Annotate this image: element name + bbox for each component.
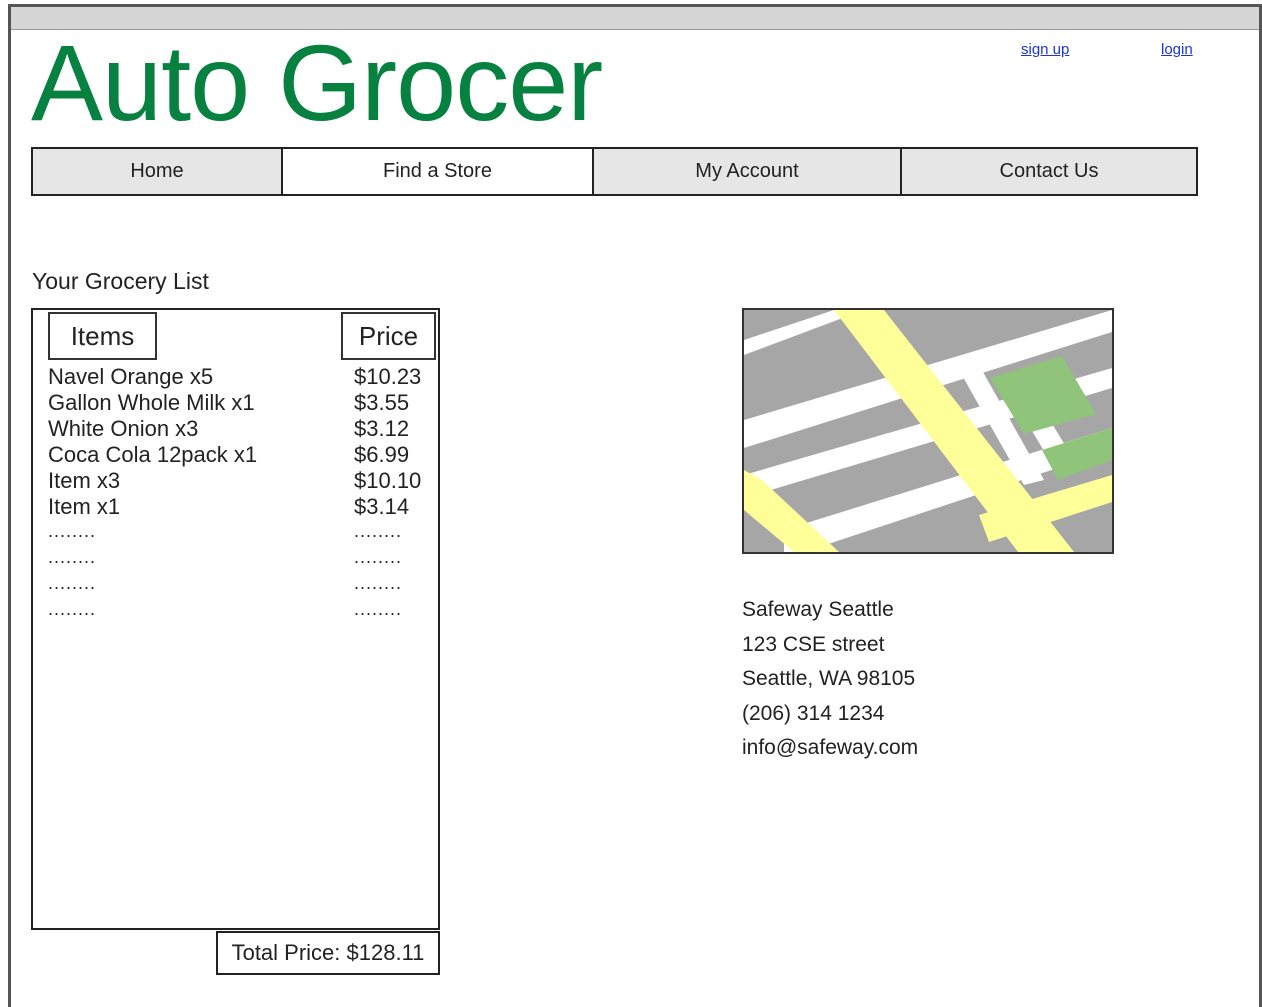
item-price: $3.55: [354, 390, 410, 415]
nav-contact-us[interactable]: Contact Us: [900, 149, 1196, 194]
list-item-placeholder: ........ ........: [48, 598, 428, 624]
item-price: $10.23: [354, 364, 422, 389]
store-name: Safeway Seattle: [742, 598, 894, 621]
item-price: $10.10: [354, 468, 422, 493]
main-nav: Home Find a Store My Account Contact Us: [31, 147, 1198, 196]
list-item-placeholder: ........ ........: [48, 520, 428, 546]
grocery-list-box: Items Price Navel Orange x5 $10.23 Gallo…: [31, 308, 440, 930]
login-link[interactable]: login: [1161, 41, 1193, 58]
price-column-header: Price: [341, 312, 436, 360]
item-price: $6.99: [354, 442, 410, 467]
item-name: ........: [48, 599, 97, 619]
item-name: ........: [48, 547, 97, 567]
item-price: ........: [354, 547, 403, 567]
list-item: Item x1 $3.14: [48, 494, 428, 520]
item-name: Item x1: [48, 494, 121, 519]
nav-my-account[interactable]: My Account: [592, 149, 900, 194]
store-street: 123 CSE street: [742, 632, 885, 656]
store-city: Seattle, WA 98105: [742, 667, 916, 690]
item-name: ........: [48, 521, 97, 541]
item-name: ........: [48, 573, 97, 593]
item-name: Coca Cola 12pack x1: [48, 442, 258, 467]
list-item: Navel Orange x5 $10.23: [48, 364, 428, 390]
store-map[interactable]: [742, 308, 1114, 554]
item-name: Navel Orange x5: [48, 364, 214, 389]
store-phone: (206) 314 1234: [742, 701, 885, 725]
item-name: White Onion x3: [48, 416, 199, 441]
item-price: ........: [354, 599, 403, 619]
grocery-list-title: Your Grocery List: [32, 268, 209, 294]
items-column-header: Items: [48, 312, 157, 360]
map-image: [744, 310, 1112, 552]
total-price: Total Price: $128.11: [216, 931, 440, 975]
item-price: ........: [354, 573, 403, 593]
list-item-placeholder: ........ ........: [48, 572, 428, 598]
list-item: White Onion x3 $3.12: [48, 416, 428, 442]
nav-find-a-store[interactable]: Find a Store: [281, 149, 592, 194]
item-price: $3.12: [354, 416, 410, 441]
store-info: Safeway Seattle 123 CSE street Seattle, …: [742, 593, 918, 766]
list-item: Coca Cola 12pack x1 $6.99: [48, 442, 428, 468]
page-frame: Auto Grocer sign up login Home Find a St…: [8, 4, 1262, 1007]
site-logo[interactable]: Auto Grocer: [31, 29, 603, 137]
store-email[interactable]: info@safeway.com: [742, 731, 918, 766]
grocery-rows: Navel Orange x5 $10.23 Gallon Whole Milk…: [48, 364, 428, 624]
item-name: Item x3: [48, 468, 121, 493]
list-item: Gallon Whole Milk x1 $3.55: [48, 390, 428, 416]
sign-up-link[interactable]: sign up: [1021, 41, 1069, 58]
list-item: Item x3 $10.10: [48, 468, 428, 494]
list-item-placeholder: ........ ........: [48, 546, 428, 572]
item-price: $3.14: [354, 494, 410, 519]
item-name: Gallon Whole Milk x1: [48, 390, 255, 415]
item-price: ........: [354, 521, 403, 541]
nav-home[interactable]: Home: [33, 149, 281, 194]
